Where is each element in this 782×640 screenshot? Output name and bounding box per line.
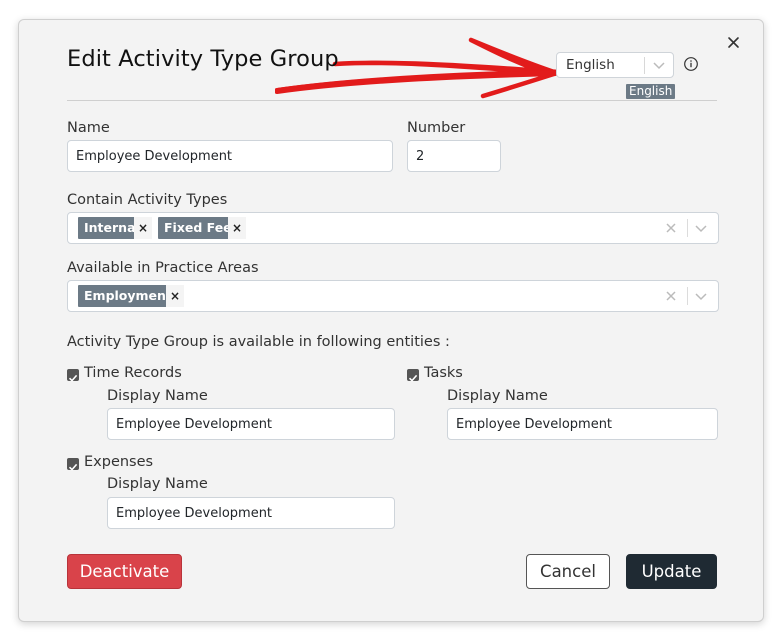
- cancel-button[interactable]: Cancel: [526, 554, 610, 589]
- tasks-checkbox[interactable]: [407, 369, 419, 382]
- tag-label: Fixed Fee: [164, 220, 232, 235]
- chevron-down-icon: [653, 62, 665, 70]
- tag-fixed-fee: Fixed Fee ×: [158, 217, 246, 239]
- tag-label: Employment: [84, 288, 172, 303]
- tasks-display-name-input[interactable]: [447, 408, 718, 440]
- language-badge: English: [626, 84, 676, 99]
- dialog-title: Edit Activity Type Group: [67, 46, 339, 72]
- check-icon: [68, 463, 78, 471]
- name-input[interactable]: [67, 140, 393, 172]
- tag-label: Internal: [84, 220, 140, 235]
- language-select[interactable]: English: [556, 52, 674, 78]
- edit-activity-type-group-dialog: Edit Activity Type Group English English…: [18, 19, 764, 622]
- time-records-display-name-label: Display Name: [107, 388, 208, 404]
- entities-heading: Activity Type Group is available in foll…: [67, 334, 450, 350]
- tasks-label: Tasks: [424, 365, 463, 381]
- deactivate-button[interactable]: Deactivate: [67, 554, 182, 589]
- check-icon: [68, 374, 78, 382]
- update-button[interactable]: Update: [626, 554, 717, 589]
- expenses-label: Expenses: [84, 454, 154, 470]
- language-select-value: English: [566, 57, 615, 73]
- close-button[interactable]: [725, 34, 743, 52]
- number-label: Number: [407, 120, 466, 136]
- time-records-checkbox[interactable]: [67, 369, 79, 382]
- practice-areas-label: Available in Practice Areas: [67, 260, 259, 276]
- language-select-separator: [644, 57, 645, 74]
- time-records-label: Time Records: [84, 365, 182, 381]
- remove-tag-button[interactable]: ×: [228, 217, 246, 239]
- select-separator: [687, 219, 688, 237]
- chevron-down-icon[interactable]: [694, 289, 708, 303]
- tasks-display-name-label: Display Name: [447, 388, 548, 404]
- select-separator: [687, 287, 688, 305]
- expenses-display-name-label: Display Name: [107, 476, 208, 492]
- chevron-down-icon[interactable]: [694, 221, 708, 235]
- expenses-display-name-input[interactable]: [107, 497, 395, 529]
- number-input[interactable]: [407, 140, 501, 172]
- clear-icon[interactable]: [665, 290, 677, 302]
- remove-tag-button[interactable]: ×: [134, 217, 152, 239]
- remove-tag-button[interactable]: ×: [166, 285, 184, 307]
- header-divider: [67, 100, 717, 101]
- tag-employment: Employment ×: [78, 285, 184, 307]
- expenses-checkbox[interactable]: [67, 458, 79, 471]
- activity-types-select[interactable]: Internal × Fixed Fee ×: [67, 212, 719, 244]
- tag-internal: Internal ×: [78, 217, 152, 239]
- time-records-display-name-input[interactable]: [107, 408, 395, 440]
- info-icon[interactable]: [683, 56, 699, 72]
- clear-icon[interactable]: [665, 222, 677, 234]
- close-icon: [728, 37, 739, 48]
- activity-types-label: Contain Activity Types: [67, 192, 228, 208]
- practice-areas-select[interactable]: Employment ×: [67, 280, 719, 312]
- name-label: Name: [67, 120, 110, 136]
- check-icon: [408, 374, 418, 382]
